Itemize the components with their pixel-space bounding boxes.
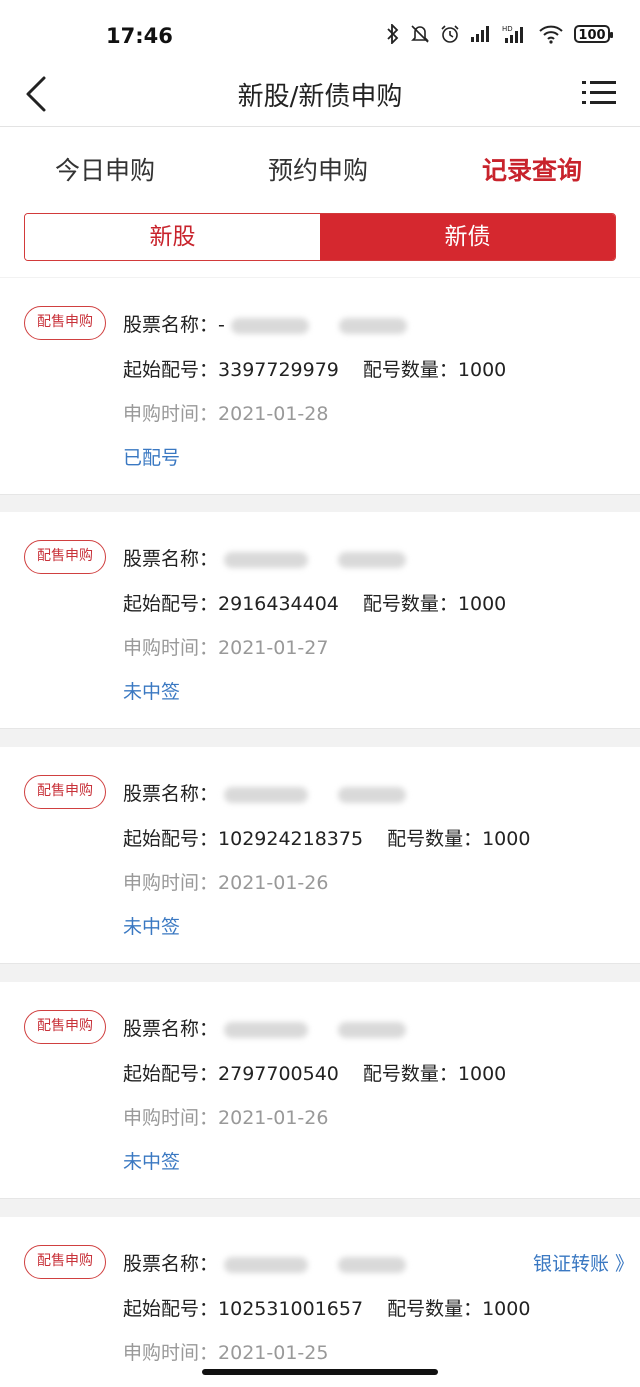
bluetooth-icon (387, 24, 399, 44)
redacted-code (338, 1021, 407, 1038)
wifi-icon (539, 25, 563, 44)
record-status: 已配号 (123, 447, 181, 469)
record-card[interactable]: 配售申购 股票名称： 起始配号：2797700540 配号数量：1000 申购时间… (0, 982, 640, 1199)
time-value: 2021-01-27 (218, 637, 329, 659)
allot-number-row: 起始配号：3397729979 配号数量：1000 (123, 355, 506, 382)
allot-number-row: 起始配号：2916434404 配号数量：1000 (123, 589, 506, 616)
alarm-icon (441, 25, 459, 43)
bank-securities-transfer-link[interactable]: 银证转账 》 (533, 1249, 634, 1276)
start-number-label: 起始配号： (123, 359, 219, 381)
count-value: 1000 (457, 359, 507, 381)
start-number-value: 2916434404 (218, 593, 339, 615)
stock-name-prefix: - (218, 314, 225, 336)
time-label: 申购时间： (123, 1107, 219, 1129)
segment-control: 新股 新债 (24, 213, 616, 261)
stock-name-label: 股票名称： (123, 783, 219, 805)
tab-today-subscription[interactable]: 今日申购 (55, 151, 155, 187)
record-status: 未中签 (123, 1151, 181, 1173)
count-label: 配号数量： (362, 593, 458, 615)
svg-text:HD: HD (502, 25, 513, 33)
battery-icon: 100 (574, 25, 613, 43)
redacted-code (338, 551, 407, 568)
record-status: 未中签 (123, 681, 181, 703)
time-label: 申购时间： (123, 1342, 219, 1364)
subscribe-time-row: 申购时间：2021-01-28 (123, 399, 328, 426)
record-status: 未中签 (123, 916, 181, 938)
start-number-label: 起始配号： (123, 1063, 219, 1085)
page-title: 新股/新债申购 (237, 82, 403, 112)
allot-number-row: 起始配号：102924218375 配号数量：1000 (123, 824, 530, 851)
redacted-name (224, 1256, 309, 1273)
menu-list-icon[interactable] (582, 76, 616, 110)
time-label: 申购时间： (123, 872, 219, 894)
record-card[interactable]: 配售申购 股票名称： 起始配号：102924218375 配号数量：1000 申购… (0, 747, 640, 964)
time-value: 2021-01-26 (218, 1107, 329, 1129)
status-time: 17:46 (106, 24, 173, 48)
start-number-value: 102924218375 (218, 828, 364, 850)
tab-bar: 今日申购 预约申购 记录查询 新股 新债 (0, 127, 640, 277)
count-label: 配号数量： (362, 359, 458, 381)
time-value: 2021-01-28 (218, 403, 329, 425)
stock-name-label: 股票名称： (123, 548, 219, 570)
bell-muted-icon (411, 25, 429, 43)
time-label: 申购时间： (123, 637, 219, 659)
time-value: 2021-01-25 (218, 1342, 329, 1364)
start-number-label: 起始配号： (123, 828, 219, 850)
count-value: 1000 (457, 1063, 507, 1085)
tab-record-query[interactable]: 记录查询 (482, 151, 582, 187)
signal-icon (471, 26, 489, 42)
stock-name-label: 股票名称： (123, 1253, 219, 1275)
redacted-name (224, 551, 309, 568)
start-number-label: 起始配号： (123, 593, 219, 615)
segment-new-bond[interactable]: 新债 (320, 214, 615, 260)
time-label: 申购时间： (123, 403, 219, 425)
subscribe-time-row: 申购时间：2021-01-26 (123, 1103, 328, 1130)
redacted-name (224, 786, 309, 803)
stock-name-label: 股票名称： (123, 314, 219, 336)
stock-name-row: 股票名称： (123, 779, 407, 806)
stock-name-row: 股票名称： (123, 544, 407, 571)
stock-name-row: 股票名称： (123, 1249, 407, 1276)
status-bar: 17:46 HD 100 (0, 0, 640, 62)
redacted-name (224, 1021, 309, 1038)
count-value: 1000 (482, 1298, 531, 1320)
status-icons: HD 100 (386, 24, 613, 44)
record-card[interactable]: 配售申购 股票名称： 起始配号：2916434404 配号数量：1000 申购时间… (0, 512, 640, 729)
nav-bar: 新股/新债申购 (0, 62, 640, 127)
record-card[interactable]: 配售申购 股票名称：- 起始配号：3397729979 配号数量：1000 申购时… (0, 278, 640, 495)
redacted-name (230, 317, 309, 334)
redacted-code (338, 1256, 407, 1273)
allotment-badge: 配售申购 (24, 306, 106, 340)
start-number-value: 2797700540 (218, 1063, 339, 1085)
allotment-badge: 配售申购 (24, 775, 106, 809)
hd-signal-icon: HD (502, 25, 523, 43)
allot-number-row: 起始配号：2797700540 配号数量：1000 (123, 1059, 506, 1086)
allotment-badge: 配售申购 (24, 1245, 106, 1279)
subscribe-time-row: 申购时间：2021-01-27 (123, 633, 328, 660)
record-card[interactable]: 配售申购 股票名称： 银证转账 》 起始配号：102531001657 配号数量：… (0, 1217, 640, 1387)
subscribe-time-row: 申购时间：2021-01-25 (123, 1338, 328, 1365)
start-number-value: 102531001657 (218, 1298, 364, 1320)
stock-name-row: 股票名称：- (123, 310, 407, 337)
count-value: 1000 (482, 828, 531, 850)
stock-name-label: 股票名称： (123, 1018, 219, 1040)
subscribe-time-row: 申购时间：2021-01-26 (123, 868, 328, 895)
stock-name-row: 股票名称： (123, 1014, 407, 1041)
count-label: 配号数量： (387, 1298, 483, 1320)
time-value: 2021-01-26 (218, 872, 329, 894)
tab-reserved-subscription[interactable]: 预约申购 (268, 151, 368, 187)
segment-new-stock[interactable]: 新股 (25, 214, 320, 260)
redacted-code (338, 317, 407, 334)
start-number-label: 起始配号： (123, 1298, 219, 1320)
count-value: 1000 (457, 593, 507, 615)
count-label: 配号数量： (362, 1063, 458, 1085)
redacted-code (338, 786, 407, 803)
home-indicator[interactable] (202, 1369, 438, 1375)
allotment-badge: 配售申购 (24, 540, 106, 574)
count-label: 配号数量： (387, 828, 483, 850)
allotment-badge: 配售申购 (24, 1010, 106, 1044)
allot-number-row: 起始配号：102531001657 配号数量：1000 (123, 1294, 530, 1321)
start-number-value: 3397729979 (218, 359, 339, 381)
